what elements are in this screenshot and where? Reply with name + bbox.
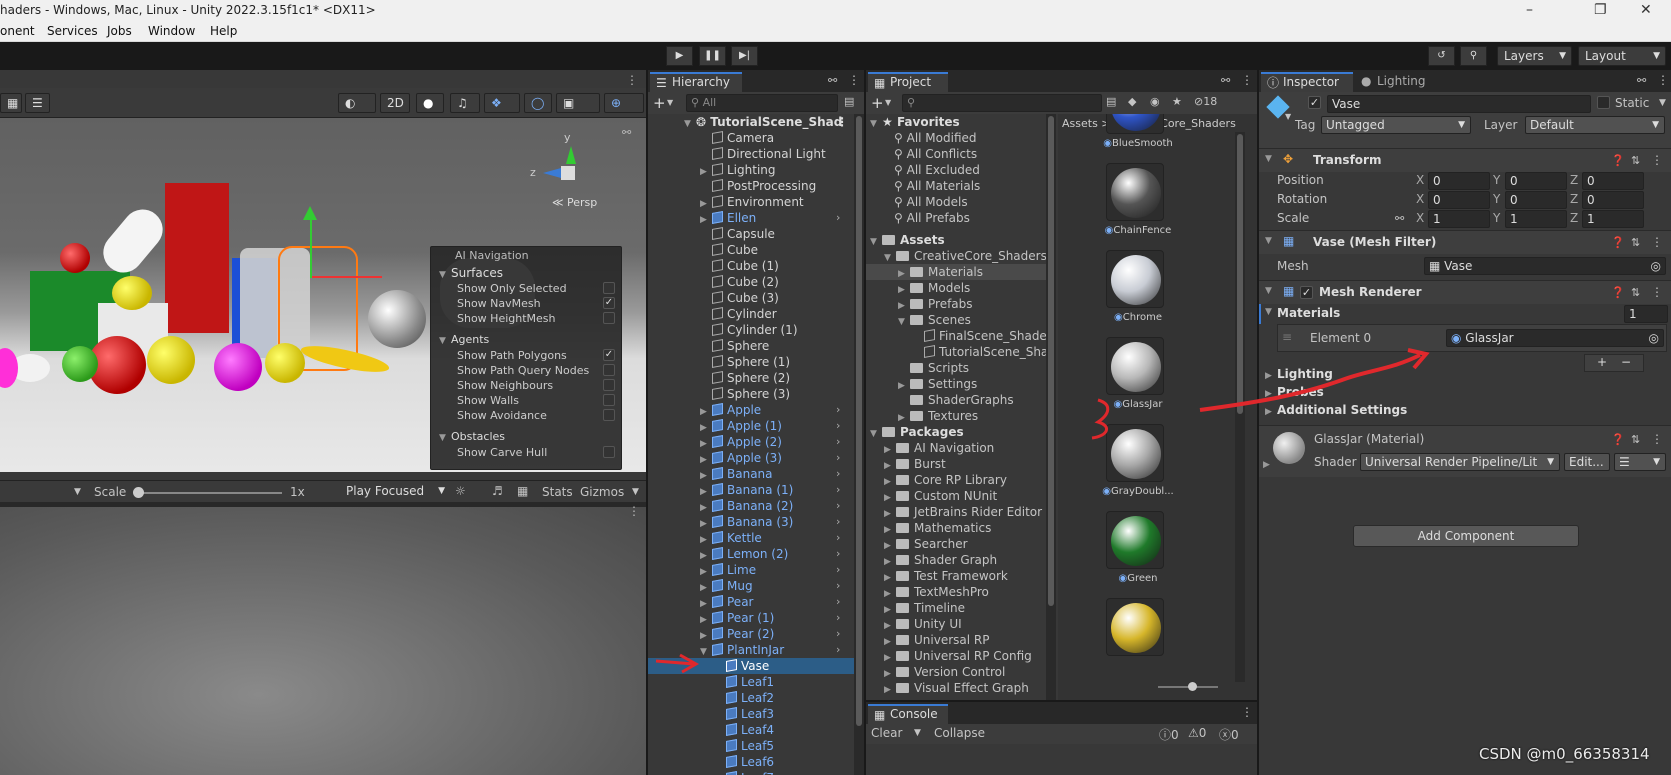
annotation-curve-arrow [1199,353,1421,412]
annotation-overlay [655,348,1430,674]
annotation-number-mark [1091,398,1110,440]
watermark: CSDN @m0_66358314 [1479,745,1650,763]
annotation-left-arrow [655,653,700,674]
